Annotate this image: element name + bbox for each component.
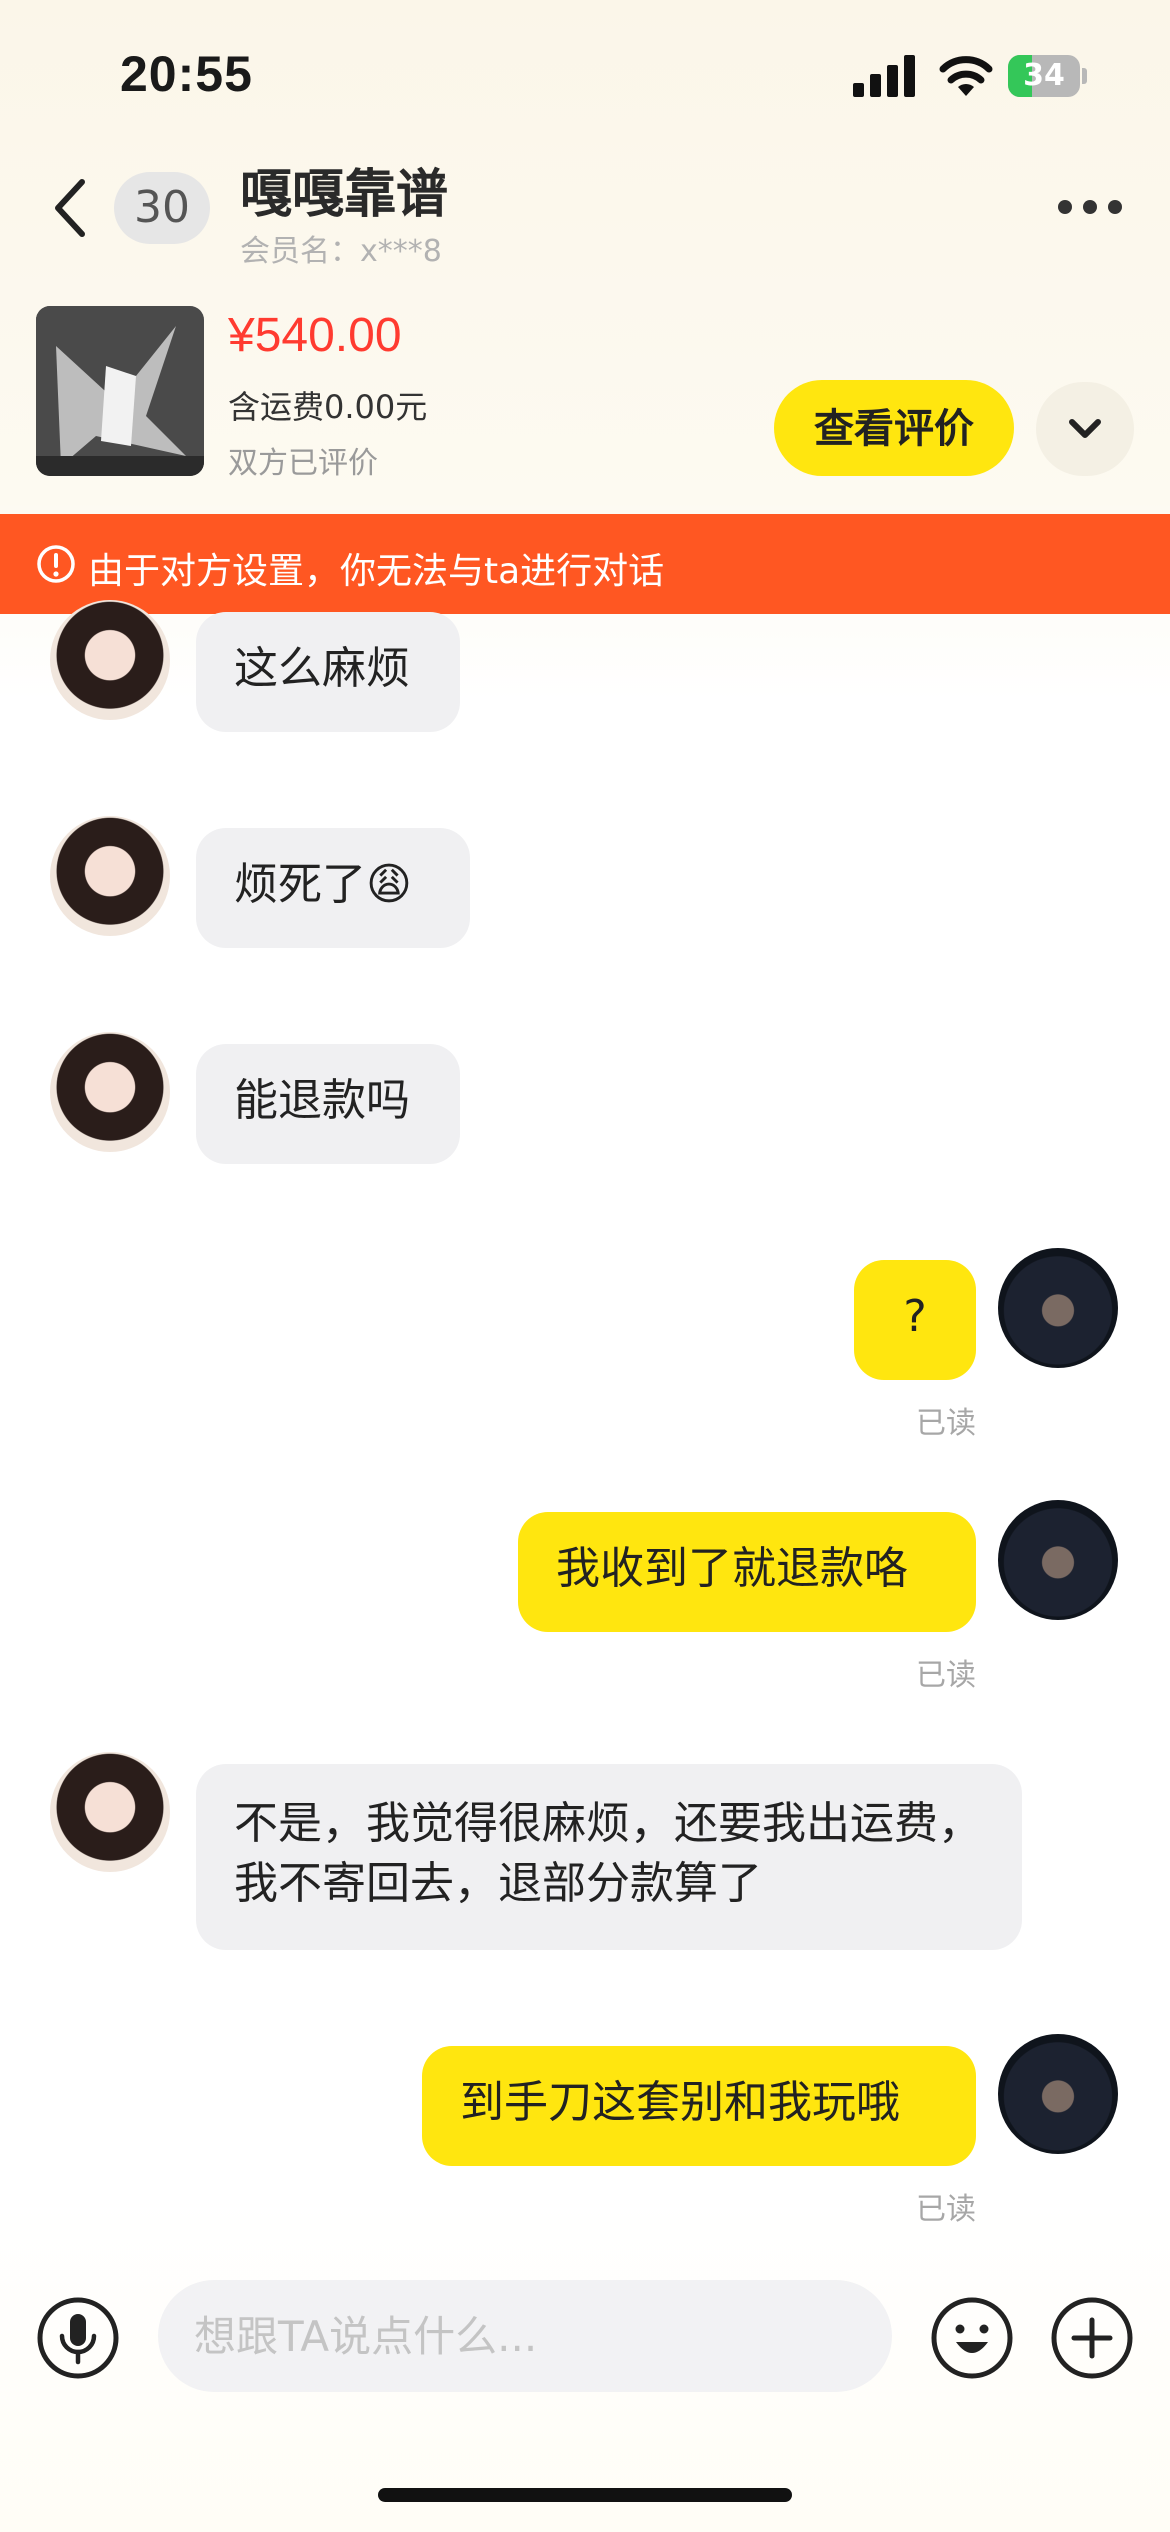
contact-avatar[interactable]: [50, 1752, 170, 1872]
message-bubble-outgoing[interactable]: ?: [854, 1260, 976, 1380]
home-indicator[interactable]: [378, 2488, 792, 2502]
message-bubble-outgoing[interactable]: 我收到了就退款咯: [518, 1512, 976, 1632]
microphone-icon[interactable]: [36, 2296, 120, 2380]
status-time: 20:55: [120, 46, 253, 102]
message-bubble-incoming[interactable]: 烦死了😩: [196, 828, 470, 948]
banner-text: 由于对方设置，你无法与ta进行对话: [88, 551, 665, 592]
expand-button[interactable]: [1036, 382, 1134, 476]
more-dots-icon[interactable]: [1058, 198, 1122, 216]
message-input[interactable]: [158, 2280, 892, 2392]
plus-icon[interactable]: [1050, 2296, 1134, 2380]
read-status: 已读: [916, 1406, 976, 1441]
wifi-icon: [939, 56, 993, 96]
back-arrow-icon[interactable]: [50, 178, 90, 238]
warning-icon: [37, 545, 75, 583]
unread-count-badge[interactable]: 30: [114, 172, 210, 244]
contact-name: 嘎嘎靠谱: [240, 165, 449, 225]
my-avatar[interactable]: [998, 1500, 1118, 1620]
shipping-info: 含运费0.00元: [228, 388, 428, 426]
read-status: 已读: [916, 2192, 976, 2227]
message-bubble-incoming[interactable]: 这么麻烦: [196, 612, 460, 732]
emoji-icon[interactable]: [930, 2296, 1014, 2380]
message-bubble-outgoing[interactable]: 到手刀这套别和我玩哦: [422, 2046, 976, 2166]
my-avatar[interactable]: [998, 1248, 1118, 1368]
message-bubble-incoming[interactable]: 能退款吗: [196, 1044, 460, 1164]
my-avatar[interactable]: [998, 2034, 1118, 2154]
signal-icon: [853, 55, 915, 97]
read-status: 已读: [916, 1658, 976, 1693]
view-review-button[interactable]: 查看评价: [774, 380, 1014, 476]
battery-percent: 34: [1023, 58, 1065, 93]
warning-banner: 由于对方设置，你无法与ta进行对话: [0, 514, 1170, 614]
battery-icon: 34: [1008, 55, 1088, 97]
contact-avatar[interactable]: [50, 600, 170, 720]
message-bubble-incoming[interactable]: 不是，我觉得很麻烦，还要我出运费，我不寄回去，退部分款算了: [196, 1764, 1022, 1950]
contact-avatar[interactable]: [50, 816, 170, 936]
review-status: 双方已评价: [228, 446, 378, 481]
chevron-down-icon: [1069, 419, 1101, 438]
product-thumbnail[interactable]: [36, 306, 204, 476]
member-name: 会员名：x***8: [240, 234, 442, 269]
contact-avatar[interactable]: [50, 1032, 170, 1152]
product-price: ¥540.00: [228, 309, 402, 362]
